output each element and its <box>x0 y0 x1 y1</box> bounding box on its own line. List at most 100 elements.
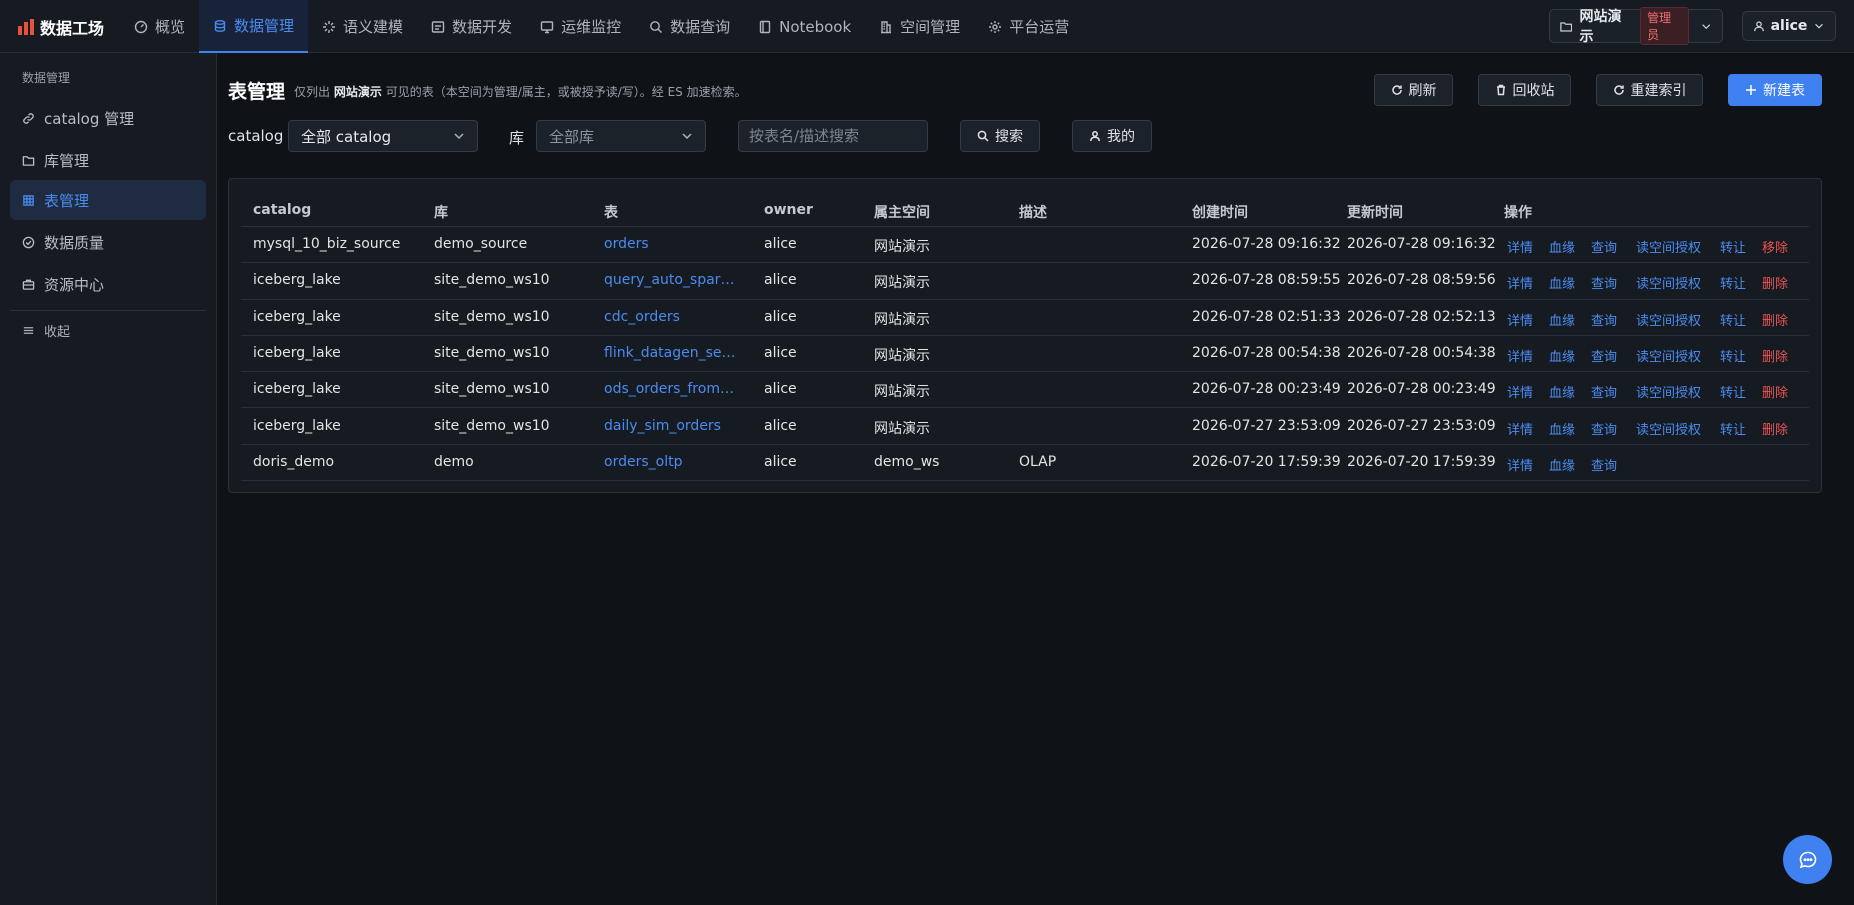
row-action-2[interactable]: 查询 <box>1591 346 1617 365</box>
cell-catalog: iceberg_lake <box>253 344 341 361</box>
nav-tab-8[interactable]: 平台运营 <box>974 0 1083 53</box>
reindex-button[interactable]: 重建索引 <box>1596 74 1703 106</box>
cell-owner: alice <box>764 272 797 289</box>
sidebar-item-3[interactable]: 数据质量 <box>10 222 206 262</box>
row-action-0[interactable]: 详情 <box>1507 237 1533 256</box>
row-action-4[interactable]: 转让 <box>1720 346 1746 365</box>
cell-table[interactable]: flink_datagen_sensor <box>604 345 736 361</box>
sidebar-item-4[interactable]: 资源中心 <box>10 264 206 304</box>
row-action-3[interactable]: 读空间授权 <box>1636 237 1701 256</box>
row-action-1[interactable]: 血缘 <box>1549 310 1575 329</box>
table-row[interactable]: iceberg_lake site_demo_ws10 ods_orders_fro… <box>241 372 1809 409</box>
table-row[interactable]: mysql_10_biz_source demo_source orders alic… <box>241 227 1809 264</box>
nav-tab-4[interactable]: 运维监控 <box>526 0 635 53</box>
row-action-4[interactable]: 转让 <box>1720 419 1746 438</box>
nav-tab-3[interactable]: 数据开发 <box>417 0 526 53</box>
row-action-5[interactable]: 删除 <box>1762 419 1788 438</box>
check-circle-icon <box>22 236 35 248</box>
cell-created: 2026-07-28 02:51:33 <box>1192 308 1341 325</box>
table-row[interactable]: iceberg_lake site_demo_ws10 cdc_orders alic… <box>241 300 1809 336</box>
chat-assistant-button[interactable] <box>1783 835 1832 884</box>
row-action-1[interactable]: 血缘 <box>1549 382 1575 401</box>
cell-space: 网站演示 <box>874 239 930 255</box>
row-action-0[interactable]: 详情 <box>1507 455 1533 474</box>
brand[interactable]: 数据工场 <box>18 15 104 39</box>
create-label: 新建表 <box>1763 83 1805 99</box>
row-action-4[interactable]: 转让 <box>1720 237 1746 256</box>
search-button[interactable]: 搜索 <box>960 120 1040 152</box>
row-action-5[interactable]: 删除 <box>1762 273 1788 292</box>
nav-tab-5[interactable]: 数据查询 <box>635 0 744 53</box>
cell-table[interactable]: orders_oltp <box>604 454 736 470</box>
table-row[interactable]: doris_demo demo orders_oltp alice demo_ws OLA… <box>241 445 1809 482</box>
row-action-4[interactable]: 转让 <box>1720 382 1746 401</box>
nav-tab-1[interactable]: 数据管理 <box>199 0 309 53</box>
row-action-3[interactable]: 读空间授权 <box>1636 419 1701 438</box>
row-action-2[interactable]: 查询 <box>1591 237 1617 256</box>
workspace-switcher[interactable]: 网站演示 管理员 <box>1549 7 1723 45</box>
mine-filter-button[interactable]: 我的 <box>1072 120 1152 152</box>
catalog-select[interactable]: 全部 catalog <box>288 120 478 152</box>
cell-updated: 2026-07-27 23:53:09 <box>1347 417 1496 434</box>
user-menu[interactable]: alice <box>1742 11 1836 41</box>
row-action-3[interactable]: 读空间授权 <box>1636 382 1701 401</box>
row-action-2[interactable]: 查询 <box>1591 419 1617 438</box>
row-action-5[interactable]: 删除 <box>1762 382 1788 401</box>
nav-tab-7[interactable]: 空间管理 <box>865 0 974 53</box>
row-action-1[interactable]: 血缘 <box>1549 419 1575 438</box>
row-action-1[interactable]: 血缘 <box>1549 455 1575 474</box>
cell-catalog: iceberg_lake <box>253 381 341 398</box>
cell-catalog: doris_demo <box>253 453 335 470</box>
cell-owner: alice <box>764 381 797 398</box>
database-select[interactable]: 全部库 <box>536 120 706 152</box>
row-action-3[interactable]: 读空间授权 <box>1636 310 1701 329</box>
nav-tab-6[interactable]: Notebook <box>744 0 865 53</box>
row-action-2[interactable]: 查询 <box>1591 273 1617 292</box>
row-action-3[interactable]: 读空间授权 <box>1636 346 1701 365</box>
row-action-1[interactable]: 血缘 <box>1549 237 1575 256</box>
search-icon <box>650 20 663 33</box>
row-action-0[interactable]: 详情 <box>1507 419 1533 438</box>
row-action-2[interactable]: 查询 <box>1591 455 1617 474</box>
cell-table[interactable]: orders <box>604 236 736 252</box>
row-action-1[interactable]: 血缘 <box>1549 273 1575 292</box>
row-action-0[interactable]: 详情 <box>1507 273 1533 292</box>
refresh-button[interactable]: 刷新 <box>1374 74 1453 106</box>
sidebar-item-1[interactable]: 库管理 <box>10 140 206 180</box>
row-action-4[interactable]: 转让 <box>1720 273 1746 292</box>
recycle-bin-button[interactable]: 回收站 <box>1478 74 1571 106</box>
table-header: catalog 库 表 owner 属主空间 描述 创建时间 更新时间 操作 <box>241 191 1809 227</box>
column-header: 创建时间 <box>1192 205 1248 221</box>
table-row[interactable]: iceberg_lake site_demo_ws10 flink_datagen_… <box>241 336 1809 373</box>
nav-tab-2[interactable]: 语义建模 <box>308 0 417 53</box>
table-search-input[interactable] <box>738 120 928 152</box>
sidebar-title: 数据管理 <box>22 71 71 85</box>
create-table-button[interactable]: 新建表 <box>1728 74 1822 106</box>
row-action-0[interactable]: 详情 <box>1507 382 1533 401</box>
table-row[interactable]: iceberg_lake site_demo_ws10 query_auto_spa… <box>241 263 1809 300</box>
sidebar-collapse-button[interactable]: 收起 <box>10 310 206 350</box>
cell-table[interactable]: cdc_orders <box>604 309 736 325</box>
row-action-5[interactable]: 移除 <box>1762 237 1788 256</box>
sidebar: 数据管理 catalog 管理 库管理 表管理 数据质量 资源中心 收起 <box>0 53 217 905</box>
row-action-5[interactable]: 删除 <box>1762 310 1788 329</box>
search-label: 搜索 <box>995 129 1023 145</box>
column-header: 更新时间 <box>1347 205 1403 221</box>
row-action-4[interactable]: 转让 <box>1720 310 1746 329</box>
cell-updated: 2026-07-28 00:23:49 <box>1347 381 1496 398</box>
nav-tab-0[interactable]: 概览 <box>120 0 199 53</box>
row-action-2[interactable]: 查询 <box>1591 382 1617 401</box>
sidebar-item-0[interactable]: catalog 管理 <box>10 98 206 138</box>
sidebar-item-2[interactable]: 表管理 <box>10 180 206 220</box>
row-action-2[interactable]: 查询 <box>1591 310 1617 329</box>
nav-tab-label: 概览 <box>155 18 186 36</box>
row-action-5[interactable]: 删除 <box>1762 346 1788 365</box>
row-action-1[interactable]: 血缘 <box>1549 346 1575 365</box>
table-row[interactable]: iceberg_lake site_demo_ws10 daily_sim_orde… <box>241 409 1809 445</box>
row-action-3[interactable]: 读空间授权 <box>1636 273 1701 292</box>
cell-table[interactable]: ods_orders_from_mysql <box>604 381 736 397</box>
row-action-0[interactable]: 详情 <box>1507 346 1533 365</box>
cell-table[interactable]: daily_sim_orders <box>604 418 736 434</box>
cell-table[interactable]: query_auto_spark_iceberg <box>604 272 736 288</box>
row-action-0[interactable]: 详情 <box>1507 310 1533 329</box>
